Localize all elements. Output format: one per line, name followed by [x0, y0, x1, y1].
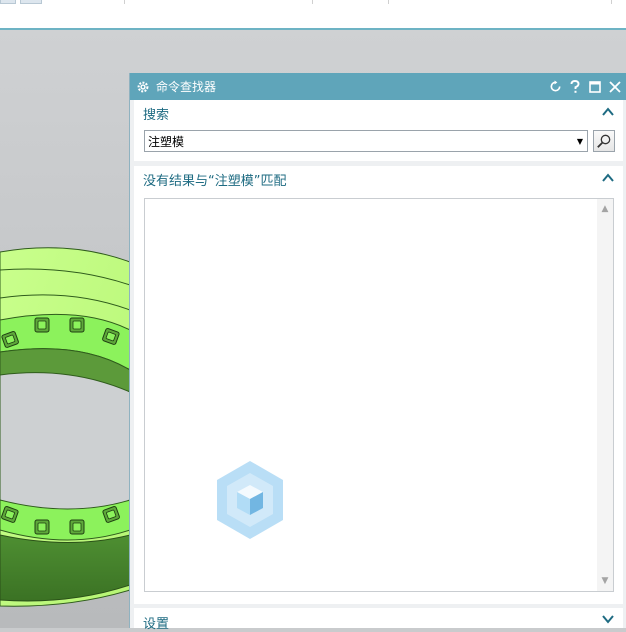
search-combobox[interactable]: 注塑模 ▼ — [144, 130, 588, 152]
dialog-titlebar[interactable]: 命令查找器 — [130, 73, 626, 100]
close-button[interactable] — [606, 78, 624, 96]
search-section-header[interactable]: 搜索 — [134, 100, 623, 126]
settings-section-heading: 设置 — [143, 617, 170, 632]
search-input[interactable]: 注塑模 — [145, 133, 573, 150]
search-section: 搜索 注塑模 ▼ — [134, 100, 623, 161]
ribbon-separator — [312, 0, 313, 4]
reset-icon — [550, 80, 561, 92]
ribbon-separator — [124, 0, 125, 4]
watermark-logo — [217, 461, 283, 539]
help-button[interactable] — [566, 78, 584, 96]
maximize-button[interactable] — [586, 78, 604, 96]
scroll-up-icon[interactable]: ▲ — [597, 201, 613, 217]
ring-model — [0, 247, 131, 607]
ribbon-tab-stub[interactable] — [0, 0, 16, 4]
search-button[interactable] — [593, 130, 615, 152]
close-icon — [609, 80, 621, 93]
results-scrollbar[interactable]: ▲ ▼ — [597, 199, 613, 591]
ribbon-strip — [0, 0, 626, 30]
search-icon — [597, 134, 611, 148]
gear-icon — [137, 81, 149, 92]
chevron-down-icon[interactable] — [601, 612, 615, 626]
settings-section: 设置 — [134, 608, 623, 632]
results-section-heading: 没有结果与“注塑模”匹配 — [143, 173, 287, 189]
reset-button[interactable] — [546, 78, 564, 96]
command-finder-dialog: 命令查找器 搜索 注塑模 ▼ 没有结果与“注塑模”匹配 ▲ ▼ 设置 — [129, 73, 626, 632]
search-section-heading: 搜索 — [143, 107, 170, 123]
help-icon — [570, 79, 580, 93]
dropdown-arrow-icon[interactable]: ▼ — [573, 131, 587, 151]
ribbon-separator — [388, 0, 389, 4]
chevron-up-icon[interactable] — [601, 105, 615, 119]
dialog-title: 命令查找器 — [156, 80, 217, 94]
results-section-header[interactable]: 没有结果与“注塑模”匹配 — [134, 166, 623, 192]
chevron-up-icon[interactable] — [601, 171, 615, 185]
settings-section-header[interactable]: 设置 — [134, 608, 623, 632]
ribbon-separator — [611, 0, 612, 4]
maximize-icon — [589, 80, 601, 93]
scroll-down-icon[interactable]: ▼ — [597, 573, 613, 589]
results-section: 没有结果与“注塑模”匹配 ▲ ▼ — [134, 166, 623, 604]
ribbon-tab-stub[interactable] — [20, 0, 42, 4]
